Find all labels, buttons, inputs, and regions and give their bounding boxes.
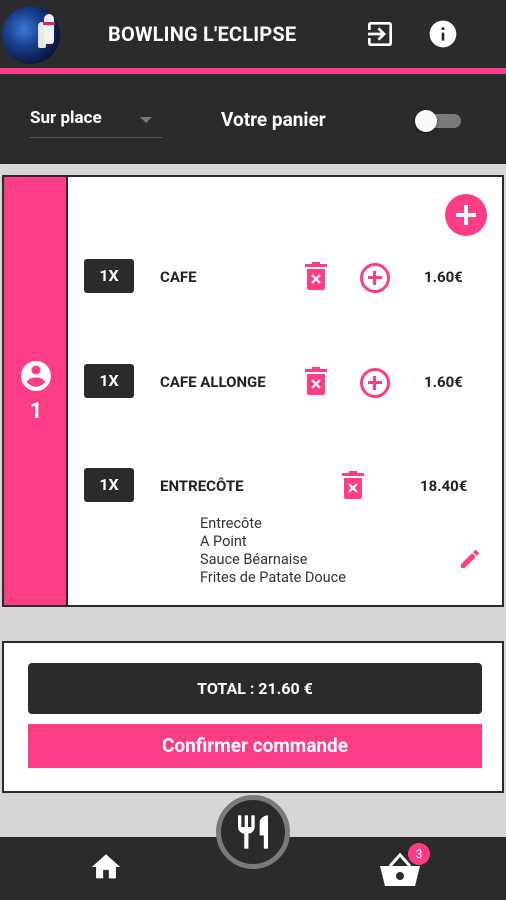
app-title: BOWLING L'ECLIPSE <box>108 22 297 46</box>
delete-item-icon[interactable] <box>342 471 364 499</box>
account-circle-icon <box>21 361 51 391</box>
add-item-button[interactable] <box>445 194 487 236</box>
dropdown-arrow-icon <box>140 117 152 123</box>
item-quantity[interactable]: 1X <box>84 364 134 398</box>
cart-count-badge: 3 <box>408 843 430 865</box>
menu-fab[interactable] <box>216 795 290 869</box>
panier-label: Votre panier <box>221 108 326 131</box>
confirm-order-button[interactable]: Confirmer commande <box>28 724 482 768</box>
item-price: 18.40€ <box>420 477 468 495</box>
item-name: CAFE <box>160 268 197 286</box>
info-icon[interactable] <box>427 18 459 50</box>
service-mode-value: Sur place <box>30 108 102 128</box>
item-detail: Frites de Patate Douce <box>200 569 346 586</box>
item-name: CAFE ALLONGE <box>160 373 266 391</box>
delete-item-icon[interactable] <box>305 262 327 290</box>
order-card: 1 1X CAFE 1.60€ 1X CAFE ALLONGE 1.60€ 1X… <box>2 175 504 607</box>
item-detail: Sauce Béarnaise <box>200 551 308 568</box>
app-header: BOWLING L'ECLIPSE <box>0 0 506 68</box>
guest-number: 1 <box>29 399 43 424</box>
panier-toggle[interactable] <box>415 110 461 132</box>
home-icon[interactable] <box>88 850 124 884</box>
bowling-logo <box>2 6 60 64</box>
service-mode-select[interactable]: Sur place <box>30 100 162 138</box>
delete-item-icon[interactable] <box>305 367 327 395</box>
guest-strip: 1 <box>4 177 68 605</box>
order-summary-card: TOTAL : 21.60 € Confirmer commande <box>2 641 504 793</box>
item-quantity[interactable]: 1X <box>84 468 134 502</box>
logout-icon[interactable] <box>364 18 396 50</box>
total-button[interactable]: TOTAL : 21.60 € <box>28 663 482 714</box>
item-price: 1.60€ <box>424 268 463 286</box>
add-one-icon[interactable] <box>360 263 390 293</box>
item-detail: Entrecôte <box>200 515 262 532</box>
item-detail: A Point <box>200 533 247 550</box>
add-one-icon[interactable] <box>360 368 390 398</box>
item-name: ENTRECÔTE <box>160 477 244 495</box>
restaurant-icon <box>238 815 268 849</box>
item-quantity[interactable]: 1X <box>84 259 134 293</box>
item-price: 1.60€ <box>424 373 463 391</box>
edit-pencil-icon[interactable] <box>458 547 482 571</box>
